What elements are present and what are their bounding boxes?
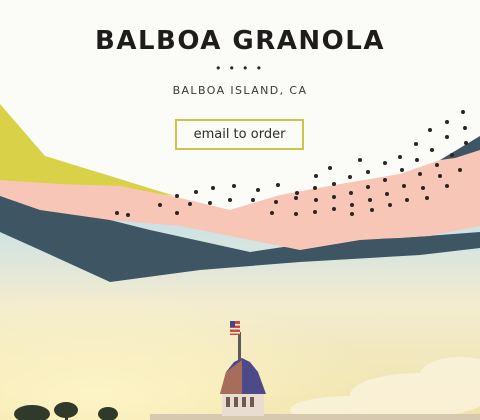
location-label: BALBOA ISLAND, CA bbox=[172, 84, 308, 97]
title-divider-dots: • • • • bbox=[216, 61, 264, 75]
american-flag-icon bbox=[230, 321, 240, 335]
email-to-order-button[interactable]: email to order bbox=[175, 119, 304, 150]
site-title: BALBOA GRANOLA bbox=[95, 26, 385, 56]
